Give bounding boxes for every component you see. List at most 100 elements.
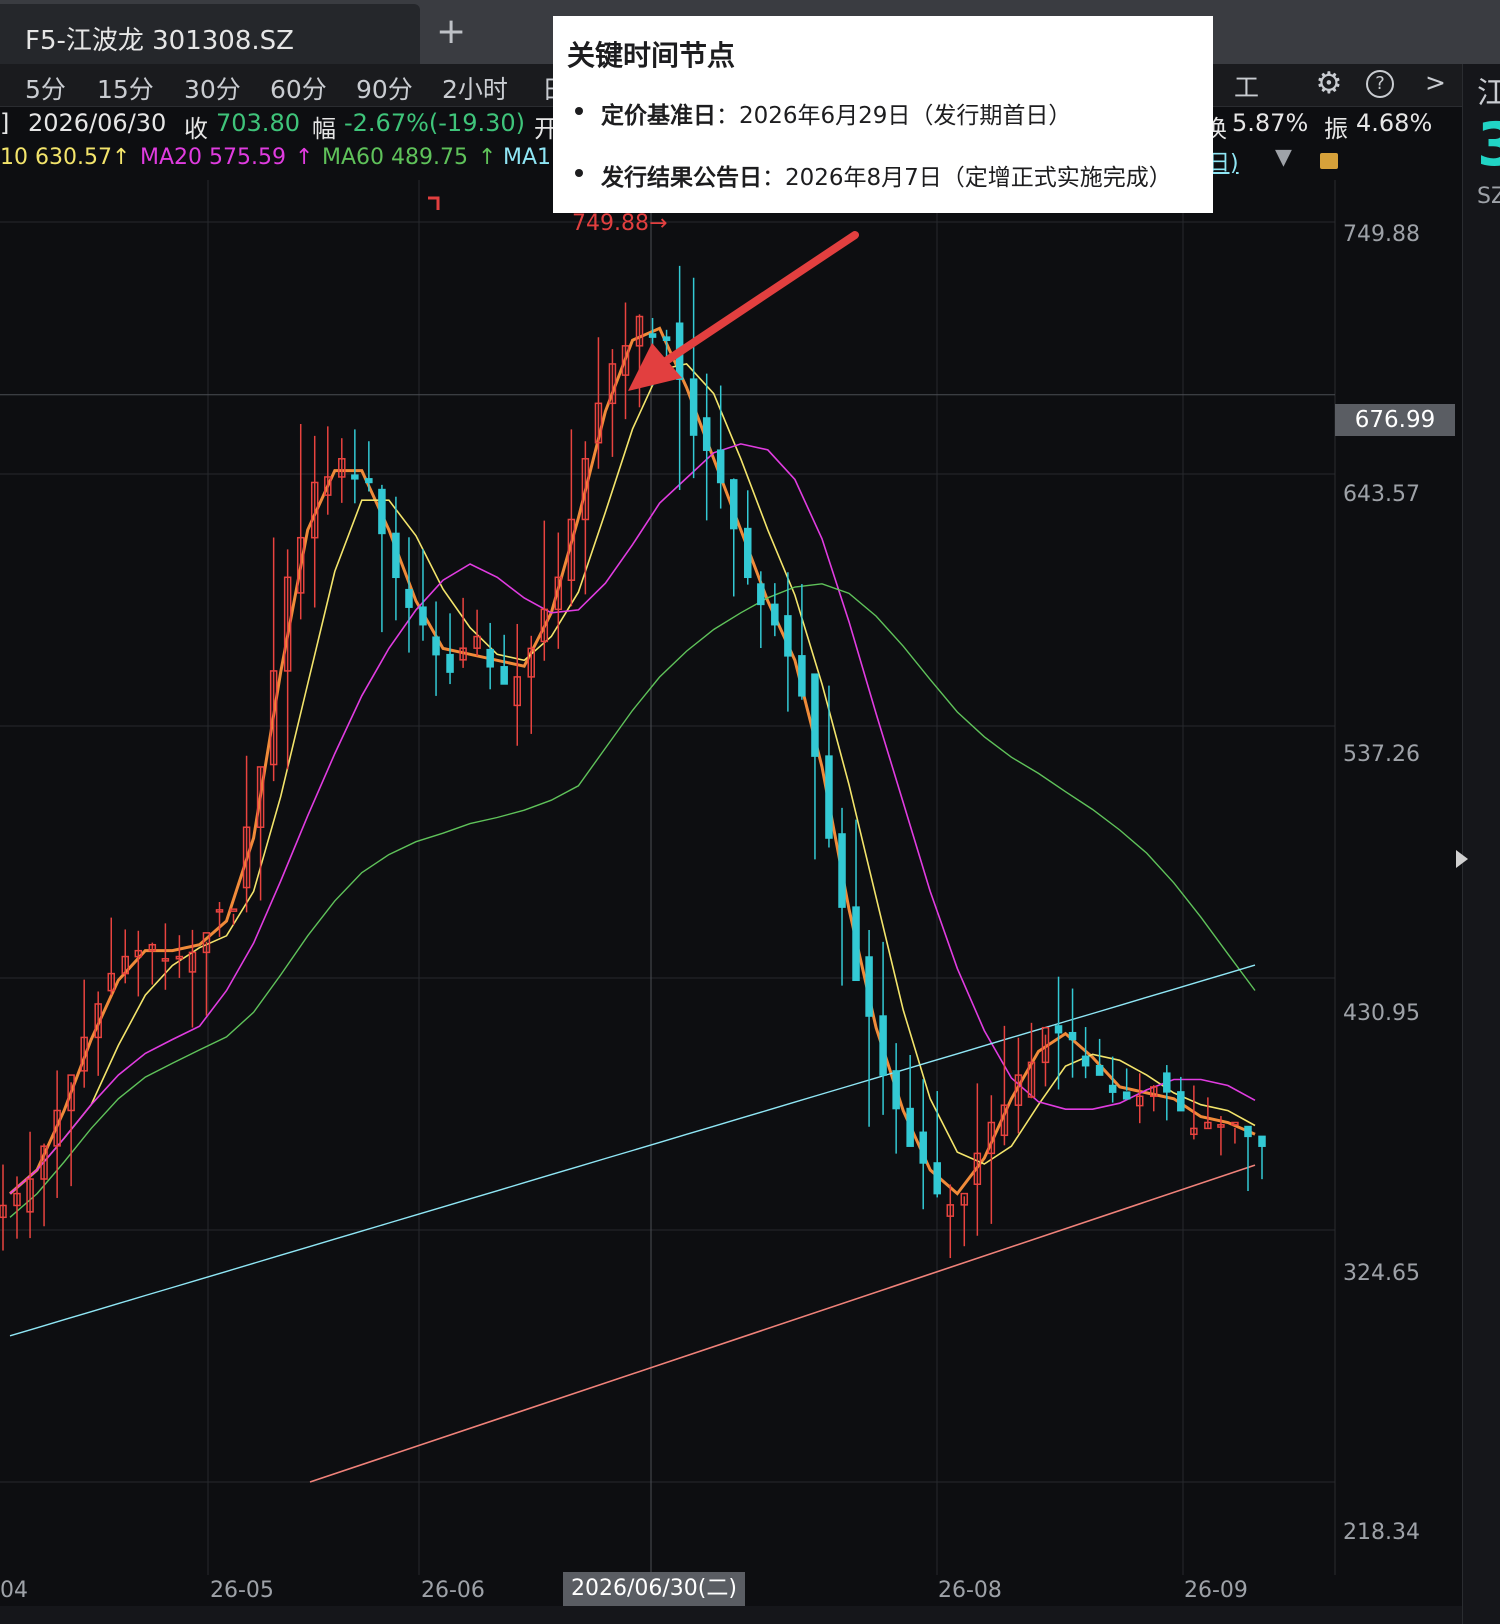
current-price-tag: 676.99	[1335, 404, 1455, 436]
ma20-line	[9, 443, 1256, 1195]
moving-average-lines	[9, 326, 1256, 1483]
price-tick: 324.65	[1343, 1261, 1420, 1286]
price-tick: 218.34	[1343, 1520, 1420, 1545]
ma20-arrow: ↑	[295, 145, 314, 170]
amplitude-label: 振	[1324, 115, 1348, 143]
close-label: 收	[184, 115, 208, 143]
add-tab-button[interactable]: +	[436, 10, 466, 54]
candle-body	[716, 449, 725, 484]
period-90min[interactable]: 90分	[356, 70, 413, 106]
candle-body	[662, 336, 671, 341]
turnover-value: 5.87%	[1232, 109, 1309, 137]
stock-tab[interactable]: F5-江波龙 301308.SZ	[0, 4, 420, 64]
candle-body	[689, 378, 698, 436]
candle-body	[419, 606, 427, 626]
popup-item: 定价基准日：2026年6月29日（发行期首日）	[567, 96, 1199, 130]
candle-body	[378, 488, 386, 535]
bullet-icon	[575, 107, 583, 115]
date-tick: 04	[0, 1578, 28, 1603]
price-tick: 643.57	[1343, 482, 1420, 507]
help-icon[interactable]: ?	[1366, 70, 1394, 98]
candle-body	[892, 1070, 900, 1110]
candle-body	[730, 479, 738, 530]
ma10-arrow: ↑	[112, 145, 131, 170]
popup-item-label: 定价基准日	[601, 103, 716, 129]
date-tick: 26-08	[938, 1578, 1002, 1603]
ma10-value: 10 630.57	[0, 145, 112, 170]
candle-body	[432, 636, 440, 656]
candle-body	[838, 833, 846, 908]
bullet-icon	[575, 169, 583, 177]
period-5min[interactable]: 5分	[25, 70, 66, 106]
ma250-line	[309, 1164, 1256, 1483]
candle-body	[486, 648, 494, 668]
candle-body	[1068, 1031, 1077, 1041]
candle-body	[500, 666, 508, 685]
lock-icon[interactable]	[1320, 153, 1338, 169]
gear-icon[interactable]: ⚙	[1315, 69, 1343, 99]
annotation-arrow	[656, 231, 859, 369]
max-price-marker: 749.88→	[572, 211, 667, 236]
candle-body	[1081, 1055, 1090, 1067]
amplitude-value: 4.68%	[1356, 109, 1433, 137]
close-value: 703.80	[216, 109, 300, 137]
panel-exchange: SZ	[1477, 184, 1500, 209]
period-30min[interactable]: 30分	[184, 70, 241, 106]
candle-body	[648, 333, 657, 338]
chart-overlay: 749.88→	[428, 196, 859, 391]
candle-body	[1054, 1025, 1063, 1034]
candle-body	[1095, 1064, 1104, 1076]
tab-title[interactable]: F5-江波龙 301308.SZ	[25, 20, 294, 57]
candle-body	[933, 1162, 941, 1195]
bottom-strip	[0, 1606, 1462, 1624]
candle-body	[825, 755, 833, 839]
panel-name-char: 江	[1477, 76, 1500, 111]
change-label: 幅	[312, 115, 336, 143]
ma60-line	[9, 583, 1256, 1218]
info-bracket: ]	[0, 109, 10, 137]
candle-body	[757, 583, 765, 606]
key-dates-popup: 关键时间节点 定价基准日：2026年6月29日（发行期首日） 发行结果公告日：2…	[553, 16, 1213, 213]
popup-item: 发行结果公告日：2026年8月7日（定增正式实施完成）	[567, 158, 1199, 192]
period-2h[interactable]: 2小时	[442, 70, 508, 106]
corner-bracket-icon	[428, 196, 440, 210]
candle-body	[852, 906, 860, 982]
price-axis: 749.88 643.57 537.26 430.95 324.65 218.3…	[1335, 180, 1455, 1580]
date-tick: 26-06	[421, 1578, 485, 1603]
candle-body	[906, 1107, 914, 1147]
ma5-line	[9, 326, 1256, 1196]
candle-body	[798, 655, 806, 697]
candle-body	[405, 588, 413, 608]
right-side-panel[interactable]: 江 3 SZ	[1462, 64, 1500, 1624]
dropdown-triangle-icon[interactable]: ▼	[1275, 145, 1292, 170]
ma120-line	[9, 964, 1256, 1337]
candle-body	[811, 673, 819, 757]
candle-body	[446, 653, 454, 673]
chart-grid	[0, 180, 1336, 1575]
popup-item-text: ：2026年8月7日（定增正式实施完成）	[762, 165, 1172, 191]
popup-item-label: 发行结果公告日	[601, 165, 762, 191]
period-15min[interactable]: 15分	[97, 70, 154, 106]
ma20-value: MA20 575.59	[140, 145, 286, 170]
price-tick: 430.95	[1343, 1001, 1420, 1026]
popup-title: 关键时间节点	[567, 39, 736, 72]
ma120-value: MA1	[503, 145, 552, 170]
candle-body	[919, 1131, 927, 1164]
candle-body	[1122, 1091, 1131, 1100]
candle-body	[744, 527, 752, 579]
candle-body	[1177, 1091, 1185, 1112]
date-tick: 26-09	[1184, 1578, 1248, 1603]
candlestick-chart[interactable]: 749.88→	[0, 180, 1462, 1580]
date-cursor-label: 2026/06/30(二)	[563, 1572, 745, 1606]
candle-body	[1163, 1072, 1171, 1093]
price-tick: 749.88	[1343, 222, 1420, 247]
candle-body	[865, 956, 873, 1017]
candle-body	[702, 417, 711, 451]
chevron-right-icon[interactable]: >	[1425, 68, 1446, 97]
period-60min[interactable]: 60分	[270, 70, 327, 106]
candle-body	[1244, 1125, 1252, 1138]
panel-price-char: 3	[1477, 110, 1500, 180]
expand-panel-icon[interactable]	[1456, 850, 1468, 868]
ma60-arrow: ↑	[478, 145, 497, 170]
candle-body	[365, 478, 373, 484]
